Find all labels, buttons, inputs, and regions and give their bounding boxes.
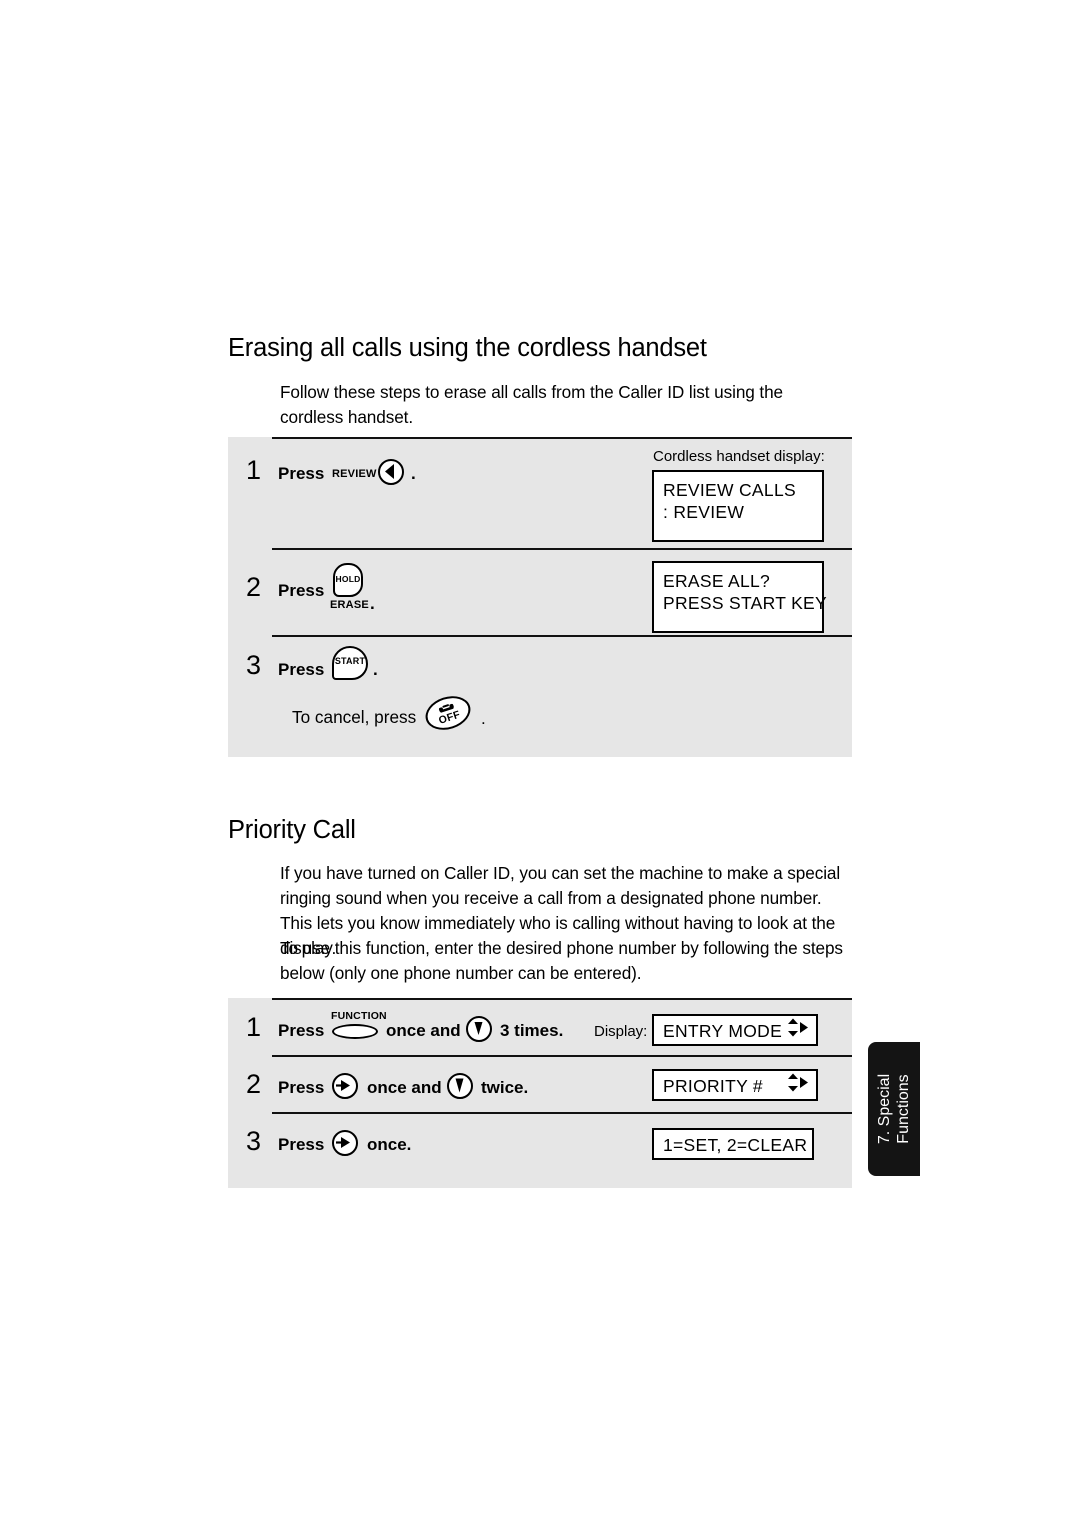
display-caption: Cordless handset display:	[653, 448, 825, 465]
review-key-caption: REVIEW	[332, 468, 377, 480]
step-row-3: 3 Press START . To cancel, press OFF .	[228, 635, 852, 757]
step-number: 3	[246, 1126, 262, 1156]
lcd-display-set-clear: 1=SET, 2=CLEAR	[652, 1128, 814, 1160]
off-key-icon[interactable]: OFF	[421, 690, 475, 736]
hold-key-label: HOLD	[335, 574, 361, 584]
step-tail-text: twice.	[481, 1078, 529, 1097]
updown-right-arrows-icon	[787, 1073, 809, 1098]
step-block-erasing: 1 Press REVIEW . Cordless handset displa…	[228, 437, 852, 757]
step-press-label: Press	[278, 581, 325, 600]
side-tab-special-functions: 7. Special Functions	[868, 1042, 920, 1176]
section-heading-priority: Priority Call	[228, 816, 356, 844]
step-mid-text: once and	[386, 1021, 461, 1040]
side-tab-line-2: Functions	[895, 1074, 912, 1144]
lcd-display-erase-all: ERASE ALL? PRESS START KEY	[652, 561, 827, 633]
erase-key-label: ERASE	[330, 599, 369, 611]
priority-paragraph-2: To use this function, enter the desired …	[280, 938, 843, 983]
step-period: .	[411, 464, 416, 483]
cancel-period: .	[481, 709, 486, 728]
step-mid-text: once and	[367, 1078, 442, 1097]
lcd-line-1: REVIEW CALLS	[663, 480, 796, 500]
section-heading-erasing: Erasing all calls using the cordless han…	[228, 334, 707, 362]
lcd-line-1: ENTRY MODE	[663, 1021, 783, 1041]
lcd-line-1: PRIORITY #	[663, 1076, 763, 1096]
start-key-label: START	[334, 656, 366, 666]
display-caption: Display:	[594, 1023, 648, 1040]
manual-page: Erasing all calls using the cordless han…	[0, 0, 1080, 1528]
function-key-caption: FUNCTION	[331, 1010, 387, 1022]
circle-left-arrow-icon[interactable]	[378, 459, 404, 485]
circle-down-arrow-icon[interactable]	[466, 1016, 492, 1042]
intro-paragraph-erasing: Follow these steps to erase all calls fr…	[280, 382, 784, 427]
step-tail-text: once.	[367, 1135, 412, 1154]
step-period: .	[373, 660, 378, 679]
circle-down-arrow-icon[interactable]	[447, 1073, 473, 1099]
start-key-icon[interactable]: START	[332, 646, 368, 680]
step-press-label: Press	[278, 1078, 325, 1097]
step-number: 1	[246, 1012, 262, 1042]
lcd-line-1: 1=SET, 2=CLEAR	[663, 1135, 808, 1155]
step-press-label: Press	[278, 464, 325, 483]
priority-step-row-1: 1 Press FUNCTION once and 3 times. Displ…	[228, 998, 852, 1056]
side-tab-line-1: 7. Special	[876, 1073, 893, 1145]
step-press-label: Press	[278, 660, 325, 679]
lcd-display-entry-mode: ENTRY MODE	[652, 1014, 818, 1046]
step-press-label: Press	[278, 1135, 325, 1154]
lcd-line-1: ERASE ALL?	[663, 571, 771, 591]
cancel-instruction-text: To cancel, press	[292, 707, 417, 727]
circle-right-arrow-icon[interactable]	[332, 1073, 358, 1099]
updown-right-arrows-icon	[787, 1018, 809, 1043]
step-row-1: 1 Press REVIEW . Cordless handset displa…	[228, 437, 852, 549]
step-number: 1	[246, 455, 262, 485]
lcd-line-2: PRESS START KEY	[663, 593, 827, 613]
step-number: 2	[246, 1069, 262, 1099]
step-period: .	[370, 594, 375, 613]
step-number: 3	[246, 650, 262, 680]
lcd-display-review-calls: REVIEW CALLS : REVIEW	[652, 470, 824, 542]
lcd-display-priority-number: PRIORITY #	[652, 1069, 818, 1101]
side-tab-text: 7. Special Functions	[875, 1074, 913, 1144]
function-oval-key-icon[interactable]	[332, 1024, 378, 1039]
hold-erase-key-icon[interactable]: HOLD	[333, 563, 363, 597]
lcd-line-2: : REVIEW	[663, 502, 745, 522]
circle-right-arrow-icon[interactable]	[332, 1130, 358, 1156]
step-tail-text: 3 times.	[500, 1021, 564, 1040]
priority-step-row-2: 2 Press once and twice. PRIORITY #	[228, 1055, 852, 1112]
step-number: 2	[246, 572, 262, 602]
step-block-priority: 1 Press FUNCTION once and 3 times. Displ…	[228, 998, 852, 1188]
step-press-label: Press	[278, 1021, 325, 1040]
step-row-2: 2 Press HOLD ERASE . ERASE ALL? PRESS ST…	[228, 548, 852, 636]
priority-step-row-3: 3 Press once. 1=SET, 2=CLEAR	[228, 1112, 852, 1188]
